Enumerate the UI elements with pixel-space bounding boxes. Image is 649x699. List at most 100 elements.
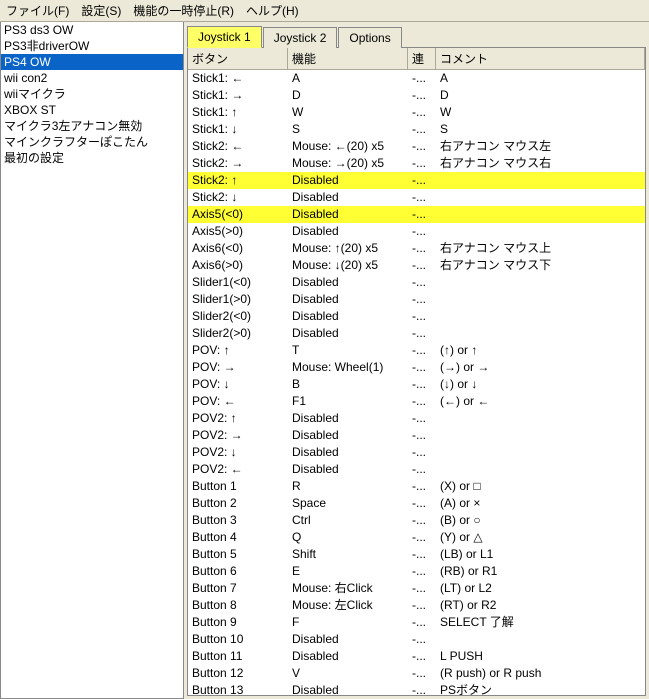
sidebar-item[interactable]: PS3非driverOW [1, 38, 183, 54]
cell-comment: (RT) or R2 [436, 597, 645, 614]
cell-comment: (↓) or ↓ [436, 376, 645, 393]
table-row[interactable]: POV: ↓B-...(↓) or ↓ [188, 376, 645, 393]
table-row[interactable]: Stick2: ↑Disabled-... [188, 172, 645, 189]
table-row[interactable]: Button 2Space-...(A) or × [188, 495, 645, 512]
cell-button: POV2: ↓ [188, 444, 288, 461]
cell-ren: -... [408, 376, 436, 393]
table-row[interactable]: Stick1: ↑W-...W [188, 104, 645, 121]
tab[interactable]: Options [338, 27, 401, 48]
table-row[interactable]: Slider2(>0)Disabled-... [188, 325, 645, 342]
table-row[interactable]: Axis6(<0)Mouse: ↑(20) x5-...右アナコン マウス上 [188, 240, 645, 257]
menu-bar: ファイル(F) 設定(S) 機能の一時停止(R) ヘルプ(H) [0, 0, 649, 22]
menu-file[interactable]: ファイル(F) [6, 2, 69, 19]
cell-button: POV: ↓ [188, 376, 288, 393]
cell-ren: -... [408, 648, 436, 665]
col-function-header[interactable]: 機能 [288, 48, 408, 69]
table-body[interactable]: Stick1: ←A-...AStick1: →D-...DStick1: ↑W… [188, 70, 645, 695]
cell-button: Button 3 [188, 512, 288, 529]
menu-pause[interactable]: 機能の一時停止(R) [133, 2, 234, 19]
table-row[interactable]: Button 13Disabled-...PSボタン [188, 682, 645, 695]
table-row[interactable]: Stick2: ↓Disabled-... [188, 189, 645, 206]
cell-ren: -... [408, 631, 436, 648]
table-row[interactable]: Axis5(>0)Disabled-... [188, 223, 645, 240]
cell-function: Mouse: ←(20) x5 [288, 138, 408, 155]
sidebar-item[interactable]: 最初の設定 [1, 150, 183, 166]
table-row[interactable]: Button 5Shift-...(LB) or L1 [188, 546, 645, 563]
table-row[interactable]: Button 6E-...(RB) or R1 [188, 563, 645, 580]
cell-function: Disabled [288, 461, 408, 478]
cell-ren: -... [408, 172, 436, 189]
table-row[interactable]: Axis6(>0)Mouse: ↓(20) x5-...右アナコン マウス下 [188, 257, 645, 274]
menu-settings[interactable]: 設定(S) [81, 2, 121, 19]
cell-ren: -... [408, 665, 436, 682]
cell-comment: A [436, 70, 645, 87]
cell-ren: -... [408, 121, 436, 138]
table-row[interactable]: Button 7Mouse: 右Click-...(LT) or L2 [188, 580, 645, 597]
table-row[interactable]: Button 3Ctrl-...(B) or ○ [188, 512, 645, 529]
tab-bar: Joystick 1Joystick 2Options [184, 22, 649, 47]
table-row[interactable]: Stick2: ←Mouse: ←(20) x5-...右アナコン マウス左 [188, 138, 645, 155]
sidebar-item[interactable]: マインクラフターぽこたん [1, 134, 183, 150]
cell-function: Disabled [288, 648, 408, 665]
table-row[interactable]: Axis5(<0)Disabled-... [188, 206, 645, 223]
table-row[interactable]: Button 8Mouse: 左Click-...(RT) or R2 [188, 597, 645, 614]
cell-ren: -... [408, 189, 436, 206]
cell-function: W [288, 104, 408, 121]
table-row[interactable]: Slider1(<0)Disabled-... [188, 274, 645, 291]
cell-comment [436, 172, 645, 189]
cell-comment [436, 308, 645, 325]
sidebar-item[interactable]: wii con2 [1, 70, 183, 86]
table-row[interactable]: Button 4Q-...(Y) or △ [188, 529, 645, 546]
cell-button: Axis6(<0) [188, 240, 288, 257]
table-row[interactable]: Button 9F-...SELECT 了解 [188, 614, 645, 631]
col-button-header[interactable]: ボタン [188, 48, 288, 69]
table-row[interactable]: POV2: ↓Disabled-... [188, 444, 645, 461]
cell-comment: (R push) or R push [436, 665, 645, 682]
col-comment-header[interactable]: コメント [436, 48, 645, 69]
cell-button: Button 11 [188, 648, 288, 665]
sidebar-item[interactable]: wiiマイクラ [1, 86, 183, 102]
table-row[interactable]: POV: ←F1-...(←) or ← [188, 393, 645, 410]
table-row[interactable]: Slider2(<0)Disabled-... [188, 308, 645, 325]
table-row[interactable]: Stick1: →D-...D [188, 87, 645, 104]
sidebar-item[interactable]: XBOX ST [1, 102, 183, 118]
table-row[interactable]: Stick1: ↓S-...S [188, 121, 645, 138]
table-row[interactable]: POV2: ←Disabled-... [188, 461, 645, 478]
tab[interactable]: Joystick 2 [263, 27, 338, 48]
table-row[interactable]: Stick2: →Mouse: →(20) x5-...右アナコン マウス右 [188, 155, 645, 172]
table-row[interactable]: POV: →Mouse: Wheel(1)-...(→) or → [188, 359, 645, 376]
cell-ren: -... [408, 495, 436, 512]
cell-button: Button 8 [188, 597, 288, 614]
sidebar-item[interactable]: PS4 OW [1, 54, 183, 70]
cell-function: Disabled [288, 308, 408, 325]
cell-function: Mouse: ↑(20) x5 [288, 240, 408, 257]
cell-ren: -... [408, 342, 436, 359]
sidebar-item[interactable]: PS3 ds3 OW [1, 22, 183, 38]
tab[interactable]: Joystick 1 [187, 26, 262, 48]
sidebar-item[interactable]: マイクラ3左アナコン無効 [1, 118, 183, 134]
cell-ren: -... [408, 155, 436, 172]
cell-function: Disabled [288, 274, 408, 291]
cell-button: Button 1 [188, 478, 288, 495]
menu-help[interactable]: ヘルプ(H) [246, 2, 299, 19]
table-row[interactable]: Button 11Disabled-...L PUSH [188, 648, 645, 665]
cell-button: Button 2 [188, 495, 288, 512]
cell-button: Slider1(>0) [188, 291, 288, 308]
cell-comment: L PUSH [436, 648, 645, 665]
table-row[interactable]: POV2: →Disabled-... [188, 427, 645, 444]
cell-function: Mouse: ↓(20) x5 [288, 257, 408, 274]
col-ren-header[interactable]: 連 [408, 48, 436, 69]
cell-function: B [288, 376, 408, 393]
table-row[interactable]: Button 12V-...(R push) or R push [188, 665, 645, 682]
cell-function: Disabled [288, 682, 408, 695]
profile-list[interactable]: PS3 ds3 OWPS3非driverOWPS4 OWwii con2wiiマ… [0, 22, 184, 699]
cell-ren: -... [408, 563, 436, 580]
table-row[interactable]: POV2: ↑Disabled-... [188, 410, 645, 427]
table-row[interactable]: Stick1: ←A-...A [188, 70, 645, 87]
cell-comment: (LT) or L2 [436, 580, 645, 597]
table-row[interactable]: Slider1(>0)Disabled-... [188, 291, 645, 308]
table-row[interactable]: POV: ↑T-...(↑) or ↑ [188, 342, 645, 359]
table-row[interactable]: Button 10Disabled-... [188, 631, 645, 648]
table-row[interactable]: Button 1R-...(X) or □ [188, 478, 645, 495]
cell-button: Stick2: → [188, 155, 288, 172]
